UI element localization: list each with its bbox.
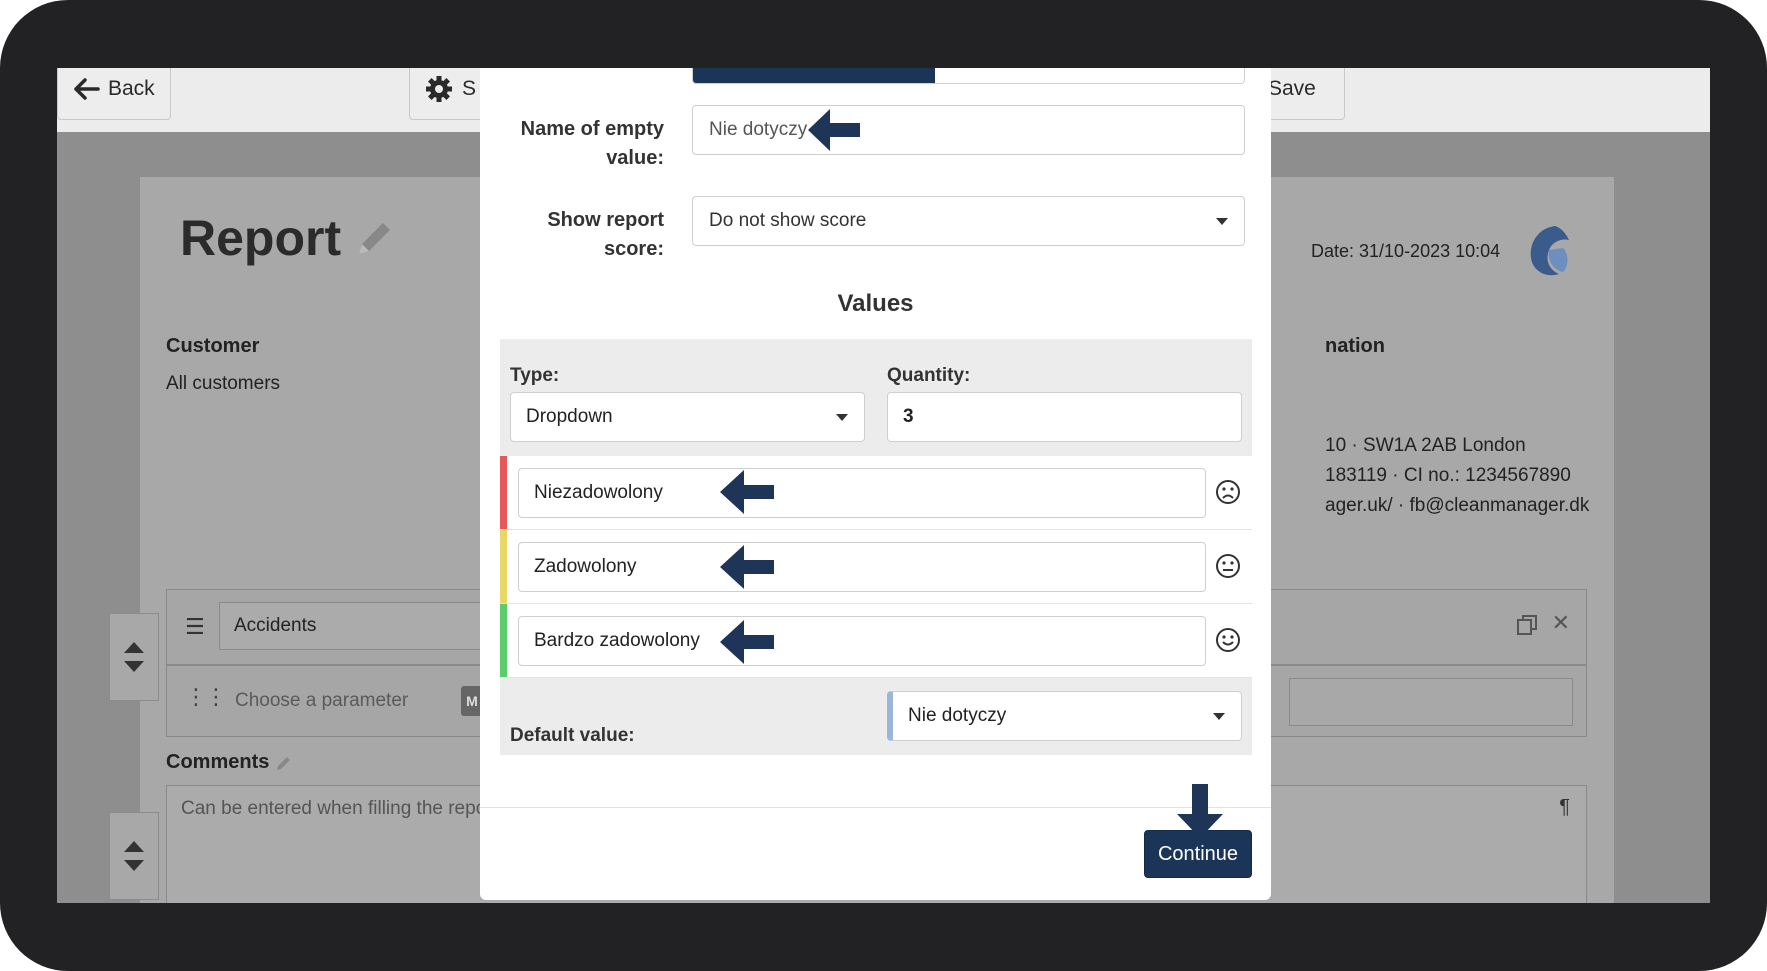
values-panel: Type: Dropdown Quantity: 3 Niezadowolony… xyxy=(500,339,1252,755)
pilcrow-icon[interactable]: ¶ xyxy=(1559,796,1570,819)
close-icon[interactable]: ✕ xyxy=(1552,610,1570,636)
show-score-label: Show report score: xyxy=(547,209,664,260)
sort-icon xyxy=(124,642,144,672)
copy-icon[interactable] xyxy=(1516,614,1538,636)
info-line: 10 · SW1A 2AB London xyxy=(1325,435,1526,456)
quantity-input[interactable]: 3 xyxy=(887,392,1242,442)
option-color-bar xyxy=(500,604,507,677)
info-line: ager.uk/ · fb@cleanmanager.dk xyxy=(1325,495,1590,516)
progress-bar xyxy=(692,68,1245,84)
back-button[interactable]: Back xyxy=(57,68,171,120)
annotation-arrow-left-icon xyxy=(720,620,774,664)
settings-label: S xyxy=(462,77,477,100)
pencil-icon[interactable] xyxy=(351,214,399,262)
option-row: Bardzo zadowolony xyxy=(500,604,1252,678)
default-value-select[interactable]: Nie dotyczy xyxy=(887,691,1242,741)
chevron-down-icon xyxy=(836,414,848,421)
info-label: nation xyxy=(1325,335,1385,357)
annotation-arrow-left-icon xyxy=(720,470,774,514)
info-line: 183119 · CI no.: 1234567890 xyxy=(1325,465,1571,486)
type-select[interactable]: Dropdown xyxy=(510,392,865,442)
values-heading: Values xyxy=(837,290,914,317)
pencil-icon[interactable] xyxy=(275,754,293,772)
annotation-arrow-left-icon xyxy=(808,109,860,151)
option-color-bar xyxy=(500,456,507,529)
option-label-input[interactable]: Zadowolony xyxy=(518,542,1206,592)
chevron-down-icon xyxy=(1213,713,1225,720)
device-frame: Back S Save Report Date: 31/10-2023 10:0… xyxy=(0,0,1767,971)
option-color-bar xyxy=(500,530,507,603)
quantity-label: Quantity: xyxy=(887,365,971,386)
company-logo xyxy=(1530,226,1569,276)
save-label: Save xyxy=(1268,77,1316,100)
parameter-select[interactable]: Choose a parameter xyxy=(235,690,408,712)
settings-button[interactable]: S xyxy=(409,68,489,120)
option-label-input[interactable]: Niezadowolony xyxy=(518,468,1206,518)
move-comments-handle[interactable] xyxy=(109,812,159,900)
customer-value: All customers xyxy=(166,373,281,394)
sort-icon xyxy=(124,841,144,871)
show-score-select[interactable]: Do not show score xyxy=(692,196,1245,246)
parameter-value-input[interactable] xyxy=(1289,678,1573,726)
sad-face-icon[interactable] xyxy=(1215,479,1241,505)
page-title: Report xyxy=(180,209,399,267)
chevron-down-icon xyxy=(1216,218,1228,225)
happy-face-icon[interactable] xyxy=(1215,627,1241,653)
modal-footer-divider xyxy=(480,807,1271,808)
customer-label: Customer xyxy=(166,335,260,357)
back-label: Back xyxy=(108,77,155,100)
neutral-face-icon[interactable] xyxy=(1215,553,1241,579)
annotation-arrow-left-icon xyxy=(720,545,774,589)
arrow-left-icon xyxy=(74,78,100,100)
option-label-input[interactable]: Bardzo zadowolony xyxy=(518,616,1206,666)
empty-value-label: Name of empty value: xyxy=(520,118,664,169)
option-row: Zadowolony xyxy=(500,530,1252,604)
gear-icon xyxy=(426,76,452,102)
values-modal: Name of empty value: Nie dotyczy Show re… xyxy=(480,68,1271,900)
move-section-handle[interactable] xyxy=(109,613,159,701)
comments-label: Comments xyxy=(166,751,293,774)
annotation-arrow-down-icon xyxy=(1177,784,1223,838)
empty-value-input[interactable]: Nie dotyczy xyxy=(692,105,1245,155)
drag-handle-icon[interactable]: ⋮⋮ xyxy=(185,684,227,710)
default-value-label: Default value: xyxy=(510,725,635,746)
type-label: Type: xyxy=(510,365,560,386)
option-row: Niezadowolony xyxy=(500,456,1252,530)
menu-icon[interactable]: ☰ xyxy=(185,614,205,640)
report-date: Date: 31/10-2023 10:04 xyxy=(1311,241,1501,261)
